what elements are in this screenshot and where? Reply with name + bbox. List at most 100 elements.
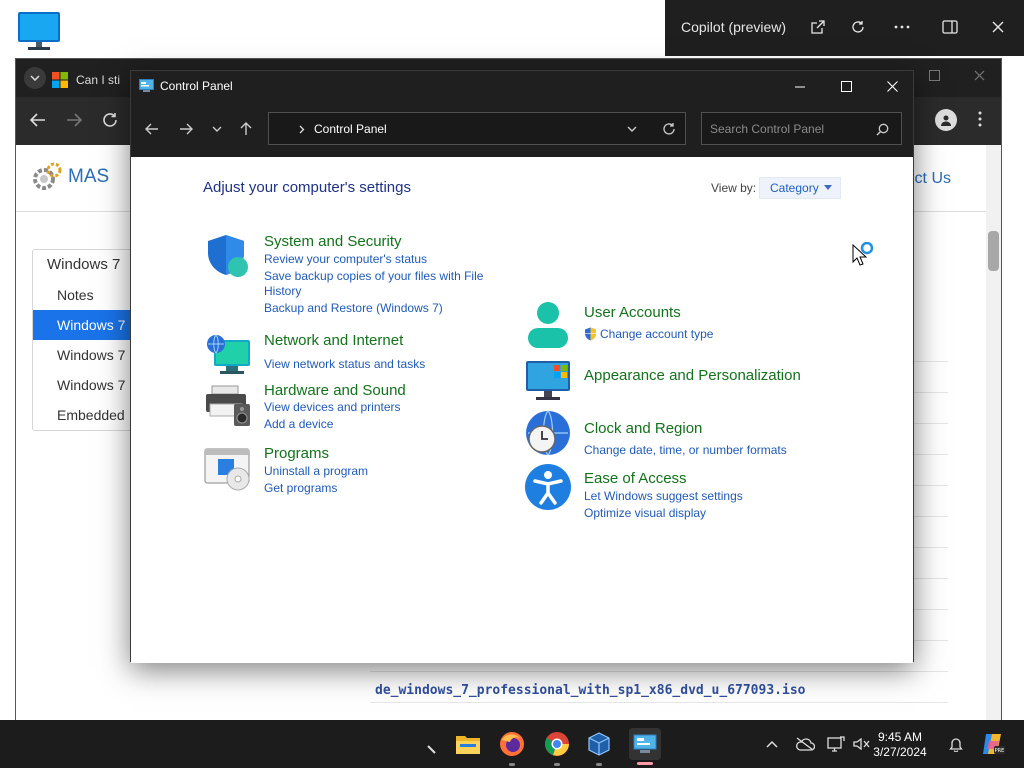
system-clock[interactable]: 9:45 AM 3/27/2024 [852, 730, 948, 760]
copilot-preview-icon[interactable]: PRE [980, 731, 1006, 757]
sidebar-item-notes[interactable]: Notes [33, 280, 141, 310]
control-panel-window: Control Panel Control Panel Search Contr… [130, 70, 914, 663]
forward-arrow-icon[interactable] [66, 113, 83, 130]
more-options-icon[interactable] [890, 15, 914, 39]
refresh-icon[interactable] [662, 122, 676, 136]
open-in-new-icon[interactable] [806, 15, 830, 39]
this-pc-desktop-icon[interactable] [16, 11, 62, 51]
category-link[interactable]: Save backup copies of your files with Fi… [264, 269, 494, 299]
network-globe-icon [204, 332, 252, 380]
ease-of-access-icon [524, 463, 572, 511]
category-link[interactable]: Backup and Restore (Windows 7) [264, 301, 443, 315]
programs-window-disc-icon [204, 445, 252, 493]
category-title[interactable]: Hardware and Sound [264, 382, 406, 399]
clock-globe-icon [524, 409, 572, 457]
maximize-icon[interactable] [929, 70, 940, 84]
category-link[interactable]: Change date, time, or number formats [584, 443, 787, 457]
split-view-icon[interactable] [938, 15, 962, 39]
forward-arrow-icon[interactable] [174, 117, 198, 141]
control-panel-content: Adjust your computer's settings View by:… [131, 157, 913, 663]
category-title[interactable]: User Accounts [584, 304, 681, 321]
file-explorer-icon[interactable] [452, 728, 484, 760]
profile-avatar-icon[interactable] [935, 109, 957, 131]
uac-shield-icon [585, 327, 596, 341]
microsoft-logo-icon [52, 72, 68, 88]
close-icon[interactable] [869, 71, 915, 102]
page-title: Adjust your computer's settings [203, 179, 411, 196]
category-title[interactable]: System and Security [264, 233, 402, 250]
category-link[interactable]: View network status and tasks [264, 357, 425, 371]
copilot-title: Copilot (preview) [681, 19, 787, 35]
view-by-value: Category [770, 181, 819, 195]
running-indicator [554, 763, 560, 766]
notifications-bell-icon[interactable] [946, 734, 966, 754]
scrollbar-thumb[interactable] [988, 231, 999, 271]
onedrive-offline-icon[interactable] [795, 734, 815, 754]
recent-locations-chevron-icon[interactable] [205, 117, 229, 141]
iso-download-link[interactable]: de_windows_7_professional_with_sp1_x86_d… [375, 683, 805, 698]
control-panel-titlebar[interactable]: Control Panel [131, 71, 913, 102]
category-programs: Programs Uninstall a program Get program… [204, 445, 504, 495]
category-title[interactable]: Clock and Region [584, 420, 702, 437]
site-logo[interactable]: MAS [30, 161, 109, 193]
dropdown-caret-icon [823, 185, 832, 190]
reload-icon[interactable] [102, 112, 118, 131]
close-icon[interactable] [986, 15, 1010, 39]
window-title: Control Panel [160, 79, 233, 93]
show-hidden-icons-chevron-icon[interactable] [762, 734, 782, 754]
printer-speaker-icon [204, 382, 252, 430]
site-logo-text: MAS [68, 166, 110, 187]
clock-date: 3/27/2024 [873, 745, 927, 759]
shield-icon [204, 233, 252, 281]
category-link[interactable]: Change account type [600, 327, 713, 341]
category-title[interactable]: Appearance and Personalization [584, 367, 801, 384]
category-ease-of-access: Ease of Access Let Windows suggest setti… [524, 463, 844, 520]
search-icon[interactable] [876, 123, 889, 136]
close-icon[interactable] [974, 70, 985, 84]
browser-menu-icon[interactable] [978, 111, 982, 130]
category-user-accounts: User Accounts Change account type [524, 301, 844, 351]
breadcrumb-chevron-icon [299, 125, 305, 134]
display-network-icon[interactable] [826, 734, 846, 754]
category-title[interactable]: Programs [264, 445, 329, 462]
category-title[interactable]: Network and Internet [264, 332, 403, 349]
category-link[interactable]: Let Windows suggest settings [584, 489, 743, 503]
virtualbox-icon[interactable] [583, 728, 615, 760]
back-arrow-icon[interactable] [29, 113, 46, 130]
category-link[interactable]: Add a device [264, 417, 333, 431]
category-link[interactable]: Review your computer's status [264, 252, 427, 266]
category-title[interactable]: Ease of Access [584, 470, 687, 487]
category-system-and-security: System and Security Review your computer… [204, 233, 504, 315]
up-arrow-icon[interactable] [234, 117, 258, 141]
page-scrollbar[interactable] [986, 145, 1001, 721]
category-link[interactable]: Optimize visual display [584, 506, 706, 520]
firefox-icon[interactable] [496, 728, 528, 760]
sidebar-heading[interactable]: Windows 7 [33, 250, 141, 280]
active-app-indicator [637, 762, 653, 765]
search-input[interactable] [710, 120, 870, 138]
sidebar-item[interactable]: Windows 7 [33, 370, 141, 400]
minimize-icon[interactable] [777, 71, 823, 102]
browser-tab-title: Can I sti [76, 73, 121, 87]
sidebar-item-active[interactable]: Windows 7 [33, 310, 141, 340]
chrome-icon[interactable] [541, 728, 573, 760]
view-by-dropdown[interactable]: Category [759, 177, 841, 199]
tab-search-button[interactable] [24, 67, 46, 89]
category-link[interactable]: Get programs [264, 481, 337, 495]
control-panel-taskbar-icon[interactable] [629, 728, 661, 760]
browser-tab[interactable]: Can I sti [52, 63, 132, 97]
contact-us-link[interactable]: ct Us [915, 170, 951, 188]
sidebar-menu: Windows 7 Notes Windows 7 Windows 7 Wind… [32, 249, 142, 431]
address-dropdown-chevron-icon[interactable] [627, 126, 637, 132]
category-link[interactable]: Uninstall a program [264, 464, 368, 478]
back-arrow-icon[interactable] [140, 117, 164, 141]
sidebar-item-embedded[interactable]: Embedded [33, 400, 141, 430]
category-network-and-internet: Network and Internet View network status… [204, 332, 504, 382]
category-link[interactable]: View devices and printers [264, 400, 401, 414]
gear-logo-icon [33, 162, 62, 190]
maximize-icon[interactable] [823, 71, 869, 102]
breadcrumb-control-panel[interactable]: Control Panel [314, 122, 387, 136]
address-bar[interactable]: Control Panel [268, 112, 686, 145]
refresh-icon[interactable] [846, 15, 870, 39]
sidebar-item[interactable]: Windows 7 [33, 340, 141, 370]
